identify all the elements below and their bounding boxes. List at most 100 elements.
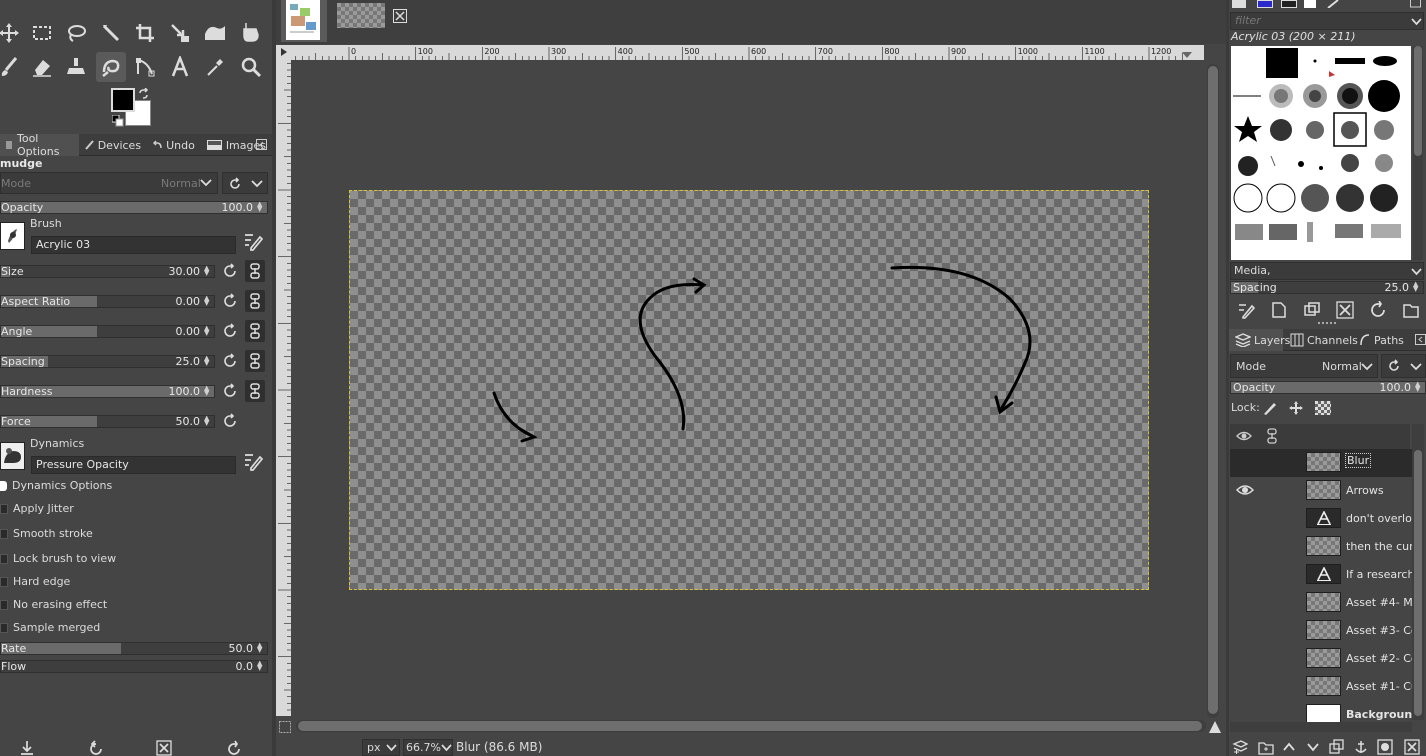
tab-paths[interactable]: Paths bbox=[1353, 329, 1413, 351]
path-tool-icon[interactable] bbox=[130, 52, 160, 82]
quick-mask-corner[interactable] bbox=[276, 45, 292, 60]
refresh-brushes-icon[interactable] bbox=[1369, 301, 1387, 319]
layer-mode-select[interactable]: Mode Normal bbox=[1230, 354, 1378, 378]
lock-brush-checkbox[interactable] bbox=[0, 554, 8, 564]
dock-menu-icon[interactable] bbox=[1410, 0, 1422, 8]
eraser-tool-icon[interactable] bbox=[27, 52, 57, 82]
link-spacing-icon[interactable] bbox=[245, 350, 265, 372]
vertical-ruler[interactable] bbox=[276, 60, 291, 716]
new-brush-icon[interactable] bbox=[1270, 301, 1288, 319]
rect-select-tool-icon[interactable] bbox=[27, 18, 57, 48]
reset-spacing-icon[interactable] bbox=[222, 353, 238, 369]
layers-hscrollbar[interactable] bbox=[1230, 722, 1412, 732]
angle-slider[interactable]: Angle 0.00 ▲ ▼ bbox=[0, 325, 215, 338]
default-colors-icon[interactable] bbox=[112, 115, 124, 127]
pattern-icon[interactable] bbox=[1232, 0, 1246, 8]
bucket-fill-tool-icon[interactable] bbox=[236, 18, 266, 48]
tab-layers[interactable]: Layers bbox=[1229, 329, 1290, 351]
lock-position-icon[interactable] bbox=[1288, 400, 1304, 416]
edit-brush-icon[interactable] bbox=[1237, 301, 1255, 319]
spin-arrows-icon[interactable]: ▲ ▼ bbox=[1415, 381, 1423, 393]
tab-tool-options[interactable]: Tool Options bbox=[0, 132, 79, 158]
image-tab-active[interactable] bbox=[281, 0, 327, 42]
toggle-quickmask-icon[interactable] bbox=[279, 721, 291, 733]
brush-tag-select[interactable]: Media, bbox=[1230, 262, 1424, 280]
move-tool-icon[interactable] bbox=[0, 18, 24, 48]
brush-filter-input[interactable]: filter bbox=[1230, 12, 1424, 30]
visibility-toggle[interactable] bbox=[1236, 623, 1254, 637]
link-aspect-icon[interactable] bbox=[245, 290, 265, 312]
zoom-to-fit-icon[interactable] bbox=[1208, 720, 1222, 734]
edit-dynamics-icon[interactable] bbox=[243, 451, 263, 471]
image-canvas[interactable] bbox=[349, 190, 1149, 590]
swap-colors-icon[interactable] bbox=[138, 88, 150, 100]
font-icon[interactable] bbox=[1281, 0, 1297, 8]
dynamics-name-field[interactable]: Pressure Opacity bbox=[31, 456, 236, 474]
restore-tool-preset-icon[interactable] bbox=[88, 740, 104, 756]
raise-layer-icon[interactable] bbox=[1282, 741, 1296, 753]
spin-arrows-icon[interactable]: ▲ ▼ bbox=[204, 355, 212, 367]
vertical-scrollbar-track[interactable] bbox=[1207, 64, 1219, 718]
panel-menu-icon[interactable] bbox=[256, 139, 268, 151]
layer-row[interactable]: Asset #1- Cure bbox=[1230, 673, 1412, 701]
delete-tool-preset-icon[interactable] bbox=[156, 740, 172, 756]
brush-spacing-slider[interactable]: Spacing 25.0 ▲ ▼ bbox=[1230, 281, 1424, 294]
layer-row[interactable]: Asset #3- Con bbox=[1230, 617, 1412, 645]
horizontal-scrollbar-thumb[interactable] bbox=[298, 721, 1202, 731]
dock-grip-icon[interactable] bbox=[1318, 322, 1336, 326]
link-hardness-icon[interactable] bbox=[245, 380, 265, 402]
flow-slider[interactable]: Flow 0.0 ▲ ▼ bbox=[0, 660, 268, 673]
layer-row[interactable]: Asset #2- Con bbox=[1230, 645, 1412, 673]
panel-menu-icon[interactable] bbox=[1415, 334, 1426, 345]
transform-tool-icon[interactable] bbox=[165, 18, 195, 48]
tab-devices[interactable]: Devices bbox=[79, 134, 147, 156]
save-tool-preset-icon[interactable] bbox=[20, 740, 34, 756]
spin-arrows-icon[interactable]: ▲ ▼ bbox=[257, 642, 265, 654]
spacing-slider[interactable]: Spacing 25.0 ▲ ▼ bbox=[0, 355, 215, 368]
reset-size-icon[interactable] bbox=[222, 263, 238, 279]
color-picker-tool-icon[interactable] bbox=[200, 52, 230, 82]
foreground-color-swatch[interactable] bbox=[111, 88, 135, 112]
smooth-stroke-checkbox[interactable] bbox=[0, 529, 8, 539]
visibility-toggle[interactable] bbox=[1236, 455, 1254, 469]
no-erasing-checkbox[interactable] bbox=[0, 600, 8, 610]
layers-scrollbar[interactable] bbox=[1412, 424, 1424, 720]
spin-arrows-icon[interactable]: ▲ ▼ bbox=[257, 660, 265, 672]
brush-preview[interactable] bbox=[0, 222, 25, 250]
brushes-scrollbar[interactable] bbox=[1413, 46, 1423, 260]
visibility-toggle[interactable] bbox=[1236, 707, 1254, 721]
sample-merged-checkbox[interactable] bbox=[0, 623, 8, 633]
horizontal-ruler[interactable]: 0 100 200 300 400 500 600 700 800 900 1000 1100 1200 bbox=[292, 45, 1204, 60]
layer-opacity-slider[interactable]: Opacity 100.0 ▲ ▼ bbox=[1230, 381, 1426, 394]
brushes-grid[interactable] bbox=[1231, 46, 1411, 260]
hard-edge-checkbox[interactable] bbox=[0, 577, 8, 587]
size-slider[interactable]: Size 30.00 ▲ ▼ bbox=[0, 265, 215, 278]
reset-aspect-icon[interactable] bbox=[222, 293, 238, 309]
link-size-icon[interactable] bbox=[245, 260, 265, 282]
reset-angle-icon[interactable] bbox=[222, 323, 238, 339]
reset-force-icon[interactable] bbox=[222, 413, 238, 429]
dynamics-preview-icon[interactable] bbox=[0, 442, 25, 470]
layer-row[interactable]: don't overlook bbox=[1230, 505, 1412, 533]
dynamics-options-expander[interactable]: Dynamics Options bbox=[12, 479, 112, 492]
zoom-tool-icon[interactable] bbox=[236, 52, 266, 82]
mode-reset-select[interactable] bbox=[222, 172, 268, 194]
zoom-select[interactable]: 66.7% bbox=[403, 739, 453, 756]
layer-row[interactable]: Asset #4- Mea bbox=[1230, 589, 1412, 617]
horizontal-scrollbar-track[interactable] bbox=[296, 720, 1206, 732]
spin-arrows-icon[interactable]: ▲ ▼ bbox=[1413, 281, 1421, 293]
open-brush-icon[interactable] bbox=[1402, 301, 1420, 319]
edit-brush-icon[interactable] bbox=[243, 231, 263, 251]
opacity-slider[interactable]: Opacity 100.0 ▲ ▼ bbox=[0, 201, 268, 214]
reset-tool-options-icon[interactable] bbox=[226, 740, 242, 756]
warp-tool-icon[interactable] bbox=[200, 18, 230, 48]
spin-arrows-icon[interactable]: ▲ ▼ bbox=[257, 201, 265, 213]
lower-layer-icon[interactable] bbox=[1306, 741, 1320, 753]
palette-icon[interactable] bbox=[1304, 0, 1316, 8]
layer-mask-icon[interactable] bbox=[1377, 739, 1393, 755]
tab-channels[interactable]: Channels bbox=[1284, 329, 1358, 351]
visibility-toggle[interactable] bbox=[1236, 567, 1254, 581]
spin-arrows-icon[interactable]: ▲ ▼ bbox=[204, 385, 212, 397]
clone-tool-icon[interactable] bbox=[61, 52, 91, 82]
delete-brush-icon[interactable] bbox=[1336, 301, 1354, 319]
